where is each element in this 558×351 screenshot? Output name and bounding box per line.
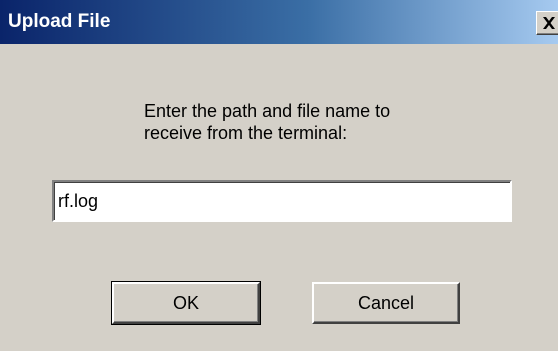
window-title: Upload File: [8, 11, 111, 32]
prompt-line-1: Enter the path and file name to: [144, 101, 391, 121]
upload-file-dialog: Upload File Enter the path and file name…: [0, 0, 558, 351]
prompt-line-2: receive from the terminal:: [144, 123, 348, 143]
close-button[interactable]: [536, 11, 558, 35]
title-bar[interactable]: Upload File: [0, 0, 558, 44]
cancel-button[interactable]: Cancel: [312, 282, 460, 324]
prompt-text: Enter the path and file name to receive …: [144, 100, 464, 144]
ok-button[interactable]: OK: [111, 281, 261, 325]
file-path-input[interactable]: [52, 180, 512, 222]
close-icon: [543, 17, 555, 29]
